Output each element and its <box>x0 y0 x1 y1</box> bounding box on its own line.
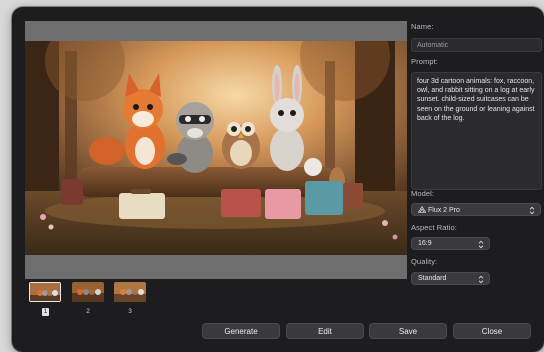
generate-button[interactable]: Generate <box>202 323 280 339</box>
name-field[interactable]: Automatic <box>411 38 542 52</box>
image-preview-frame <box>25 21 407 279</box>
prompt-label: Prompt: <box>411 57 438 66</box>
model-select[interactable]: Flux 2 Pro <box>411 203 541 216</box>
image-generator-window: Name: Automatic Prompt: four 3d cartoon … <box>12 7 544 352</box>
chevron-up-down-icon <box>529 206 535 215</box>
thumbnail-1[interactable] <box>29 282 61 302</box>
model-value: Flux 2 Pro <box>428 207 460 214</box>
model-label: Model: <box>411 189 435 198</box>
aspect-ratio-select[interactable]: 16:9 <box>411 237 490 250</box>
edit-button[interactable]: Edit <box>286 323 364 339</box>
thumbnail-3[interactable] <box>114 282 146 302</box>
quality-label: Quality: <box>411 257 438 266</box>
close-button[interactable]: Close <box>453 323 531 339</box>
prompt-textarea[interactable]: four 3d cartoon animals: fox, raccoon, o… <box>411 72 542 190</box>
chevron-up-down-icon <box>478 275 484 284</box>
aspect-ratio-value: 16:9 <box>418 240 432 247</box>
thumbnail-1-label: 1 <box>42 308 49 316</box>
aspect-ratio-label: Aspect Ratio: <box>411 223 457 232</box>
generated-image <box>25 41 407 255</box>
name-label: Name: <box>411 22 434 31</box>
quality-value: Standard <box>418 275 447 282</box>
flux-icon <box>418 206 426 213</box>
quality-select[interactable]: Standard <box>411 272 490 285</box>
thumbnail-3-label: 3 <box>128 308 132 315</box>
save-button[interactable]: Save <box>369 323 447 339</box>
thumbnail-2-label: 2 <box>86 308 90 315</box>
chevron-up-down-icon <box>478 240 484 249</box>
thumbnail-2[interactable] <box>72 282 104 302</box>
